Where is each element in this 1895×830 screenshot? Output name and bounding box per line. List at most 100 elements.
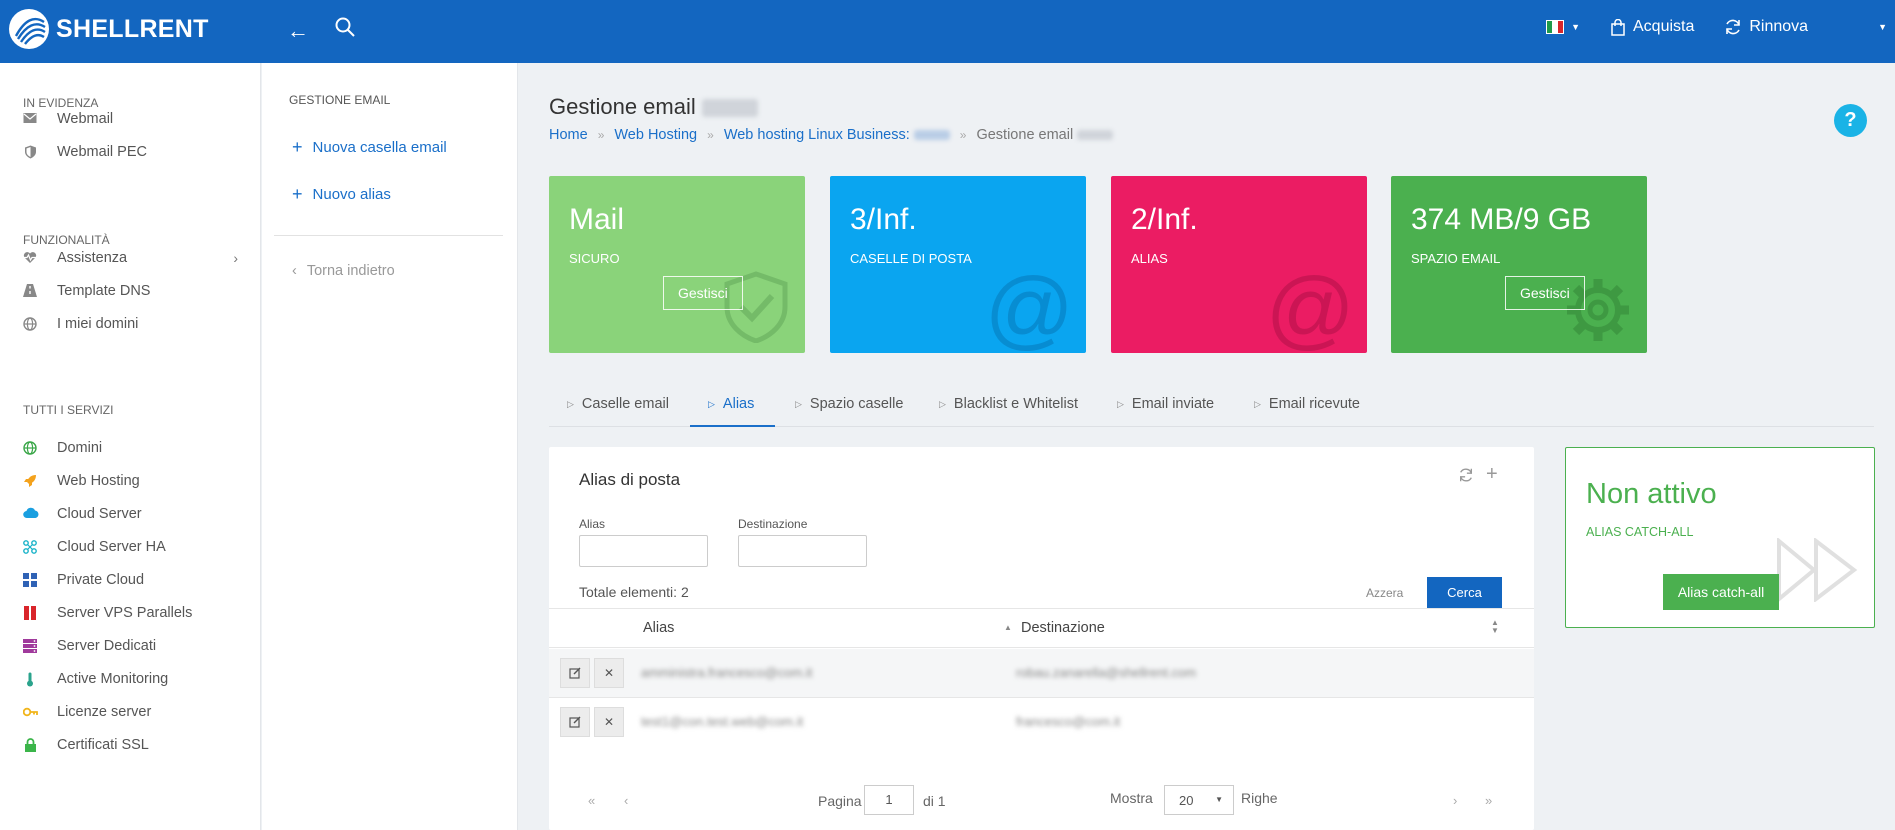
account-menu[interactable]: ▼ xyxy=(1878,22,1887,32)
cloud-icon xyxy=(23,507,39,521)
catch-all-button[interactable]: Alias catch-all xyxy=(1663,574,1779,610)
new-mailbox-link[interactable]: + Nuova casella email xyxy=(292,137,447,158)
first-page-icon[interactable]: « xyxy=(588,793,595,808)
back-link[interactable]: ‹ Torna indietro xyxy=(292,263,395,279)
catch-all-label: ALIAS CATCH-ALL xyxy=(1586,525,1694,539)
email-sub-panel: GESTIONE EMAIL + Nuova casella email + N… xyxy=(262,63,518,830)
sidebar-item-webmail[interactable]: Webmail xyxy=(23,111,238,127)
chevron-left-icon: ‹ xyxy=(292,263,297,279)
delete-icon[interactable]: ✕ xyxy=(594,658,624,688)
sort-asc-icon[interactable]: ▲ xyxy=(1004,623,1012,632)
manage-storage-button[interactable]: Gestisci xyxy=(1505,276,1585,310)
tab-label: Spazio caselle xyxy=(809,396,904,412)
last-page-icon[interactable]: » xyxy=(1485,793,1492,808)
sort-icon[interactable]: ▲ ▼ xyxy=(1491,619,1499,635)
sidebar-item-certificati-ssl[interactable]: Certificati SSL xyxy=(23,737,238,753)
at-icon: @ xyxy=(984,259,1074,353)
sidebar-item-webmail-pec[interactable]: Webmail PEC xyxy=(23,144,238,160)
sidebar-section-title: TUTTI I SERVIZI xyxy=(23,403,114,417)
tab-email-inviate[interactable]: ▷ Email inviate xyxy=(1117,383,1214,427)
help-button[interactable]: ? xyxy=(1834,104,1867,137)
previous-page-icon[interactable]: ‹ xyxy=(624,793,628,808)
sidebar-item-label: Web Hosting xyxy=(57,473,140,489)
sidebar-item-web-hosting[interactable]: Web Hosting xyxy=(23,473,238,489)
next-page-icon[interactable]: › xyxy=(1453,793,1457,808)
sidebar-item-cloud-server-ha[interactable]: Cloud Server HA xyxy=(23,539,238,555)
breadcrumb-web-hosting[interactable]: Web Hosting xyxy=(614,127,697,143)
sidebar-item-i-miei-domini[interactable]: I miei domini xyxy=(23,316,238,332)
destination-cell: francesco@com.it xyxy=(1016,714,1121,729)
breadcrumb: Home » Web Hosting » Web hosting Linux B… xyxy=(549,127,1114,143)
edit-icon[interactable] xyxy=(560,707,590,737)
sidebar-item-template-dns[interactable]: Template DNS xyxy=(23,283,238,299)
card-label: SPAZIO EMAIL xyxy=(1411,251,1501,266)
edit-icon[interactable] xyxy=(560,658,590,688)
manage-security-button[interactable]: Gestisci xyxy=(663,276,743,310)
card-label: CASELLE DI POSTA xyxy=(850,251,972,266)
triangle-right-icon: ▷ xyxy=(795,399,802,409)
search-icon[interactable] xyxy=(334,16,356,44)
card-label: ALIAS xyxy=(1131,251,1168,266)
sidebar-item-active-monitoring[interactable]: Active Monitoring xyxy=(23,671,238,687)
column-destination[interactable]: Destinazione xyxy=(1021,620,1105,636)
sub-panel-title: GESTIONE EMAIL xyxy=(289,93,391,107)
column-alias[interactable]: Alias xyxy=(643,620,674,636)
logo[interactable]: SHELLRENT xyxy=(8,8,209,50)
main-content: Gestione email Home » Web Hosting » Web … xyxy=(519,63,1895,830)
tab-alias[interactable]: ▷ Alias xyxy=(690,383,775,427)
renew-button[interactable]: Rinnova xyxy=(1724,18,1808,36)
sidebar-item-label: Template DNS xyxy=(57,283,151,299)
catch-all-status: Non attivo xyxy=(1586,478,1717,510)
new-alias-link[interactable]: + Nuovo alias xyxy=(292,184,391,205)
breadcrumb-hosting-plan[interactable]: Web hosting Linux Business: xyxy=(724,127,950,143)
tab-spazio-caselle[interactable]: ▷ Spazio caselle xyxy=(795,383,903,427)
shield-icon xyxy=(23,145,37,159)
tab-label: Alias xyxy=(722,396,755,412)
tab-label: Email inviate xyxy=(1131,396,1215,412)
sidebar-item-assistenza[interactable]: Assistenza › xyxy=(23,250,238,266)
rows-per-page-select[interactable]: 20 ▼ xyxy=(1164,785,1234,815)
tab-blacklist-whitelist[interactable]: ▷ Blacklist e Whitelist xyxy=(939,383,1078,427)
sidebar-item-domini[interactable]: Domini xyxy=(23,440,238,456)
tab-email-ricevute[interactable]: ▷ Email ricevute xyxy=(1254,383,1360,427)
page-title-text: Gestione email xyxy=(549,94,696,119)
add-icon[interactable]: + xyxy=(1486,463,1498,486)
breadcrumb-home[interactable]: Home xyxy=(549,127,588,143)
language-selector[interactable]: ▼ xyxy=(1546,20,1580,34)
redacted-text xyxy=(1077,130,1114,141)
page-label: Pagina xyxy=(818,793,862,809)
delete-icon[interactable]: ✕ xyxy=(594,707,624,737)
sidebar-item-private-cloud[interactable]: Private Cloud xyxy=(23,572,238,588)
road-icon xyxy=(23,284,37,298)
sidebar-item-server-dedicati[interactable]: Server Dedicati xyxy=(23,638,238,654)
destination-cell: robau.zanarella@shellrent.com xyxy=(1016,665,1197,680)
panel-title: Alias di posta xyxy=(579,470,681,489)
triangle-right-icon: ▷ xyxy=(1117,399,1124,409)
tab-label: Blacklist e Whitelist xyxy=(953,396,1079,412)
destination-filter-input[interactable] xyxy=(738,535,867,567)
sidebar-item-label: Private Cloud xyxy=(57,572,145,588)
grid-icon xyxy=(23,573,37,587)
back-label: Torna indietro xyxy=(306,263,395,279)
heartbeat-icon xyxy=(23,251,37,265)
reset-button[interactable]: Azzera xyxy=(1366,586,1403,600)
card-security: Mail SICURO Gestisci xyxy=(549,176,805,353)
sidebar-item-server-vps-parallels[interactable]: Server VPS Parallels xyxy=(23,605,238,621)
buy-button[interactable]: Acquista xyxy=(1610,18,1694,36)
sidebar-item-label: Webmail xyxy=(57,111,114,127)
refresh-icon[interactable] xyxy=(1458,467,1474,488)
tab-caselle-email[interactable]: ▷ Caselle email xyxy=(567,383,669,427)
alias-panel: Alias di posta + Alias Destinazione Tota… xyxy=(549,447,1534,830)
page-input[interactable]: 1 xyxy=(864,785,914,815)
search-button[interactable]: Cerca xyxy=(1427,577,1502,609)
rocket-icon xyxy=(23,474,37,488)
lock-icon xyxy=(23,738,37,752)
sidebar-item-licenze-server[interactable]: Licenze server xyxy=(22,704,238,720)
alias-filter-input[interactable] xyxy=(579,535,708,567)
back-arrow-icon[interactable]: ← xyxy=(287,18,309,44)
triangle-right-icon: ▷ xyxy=(567,399,574,409)
sidebar-item-cloud-server[interactable]: Cloud Server xyxy=(23,506,238,522)
chevron-right-icon: › xyxy=(233,250,238,266)
chevron-down-icon: ▼ xyxy=(1878,22,1887,32)
fast-forward-icon xyxy=(1777,538,1858,602)
